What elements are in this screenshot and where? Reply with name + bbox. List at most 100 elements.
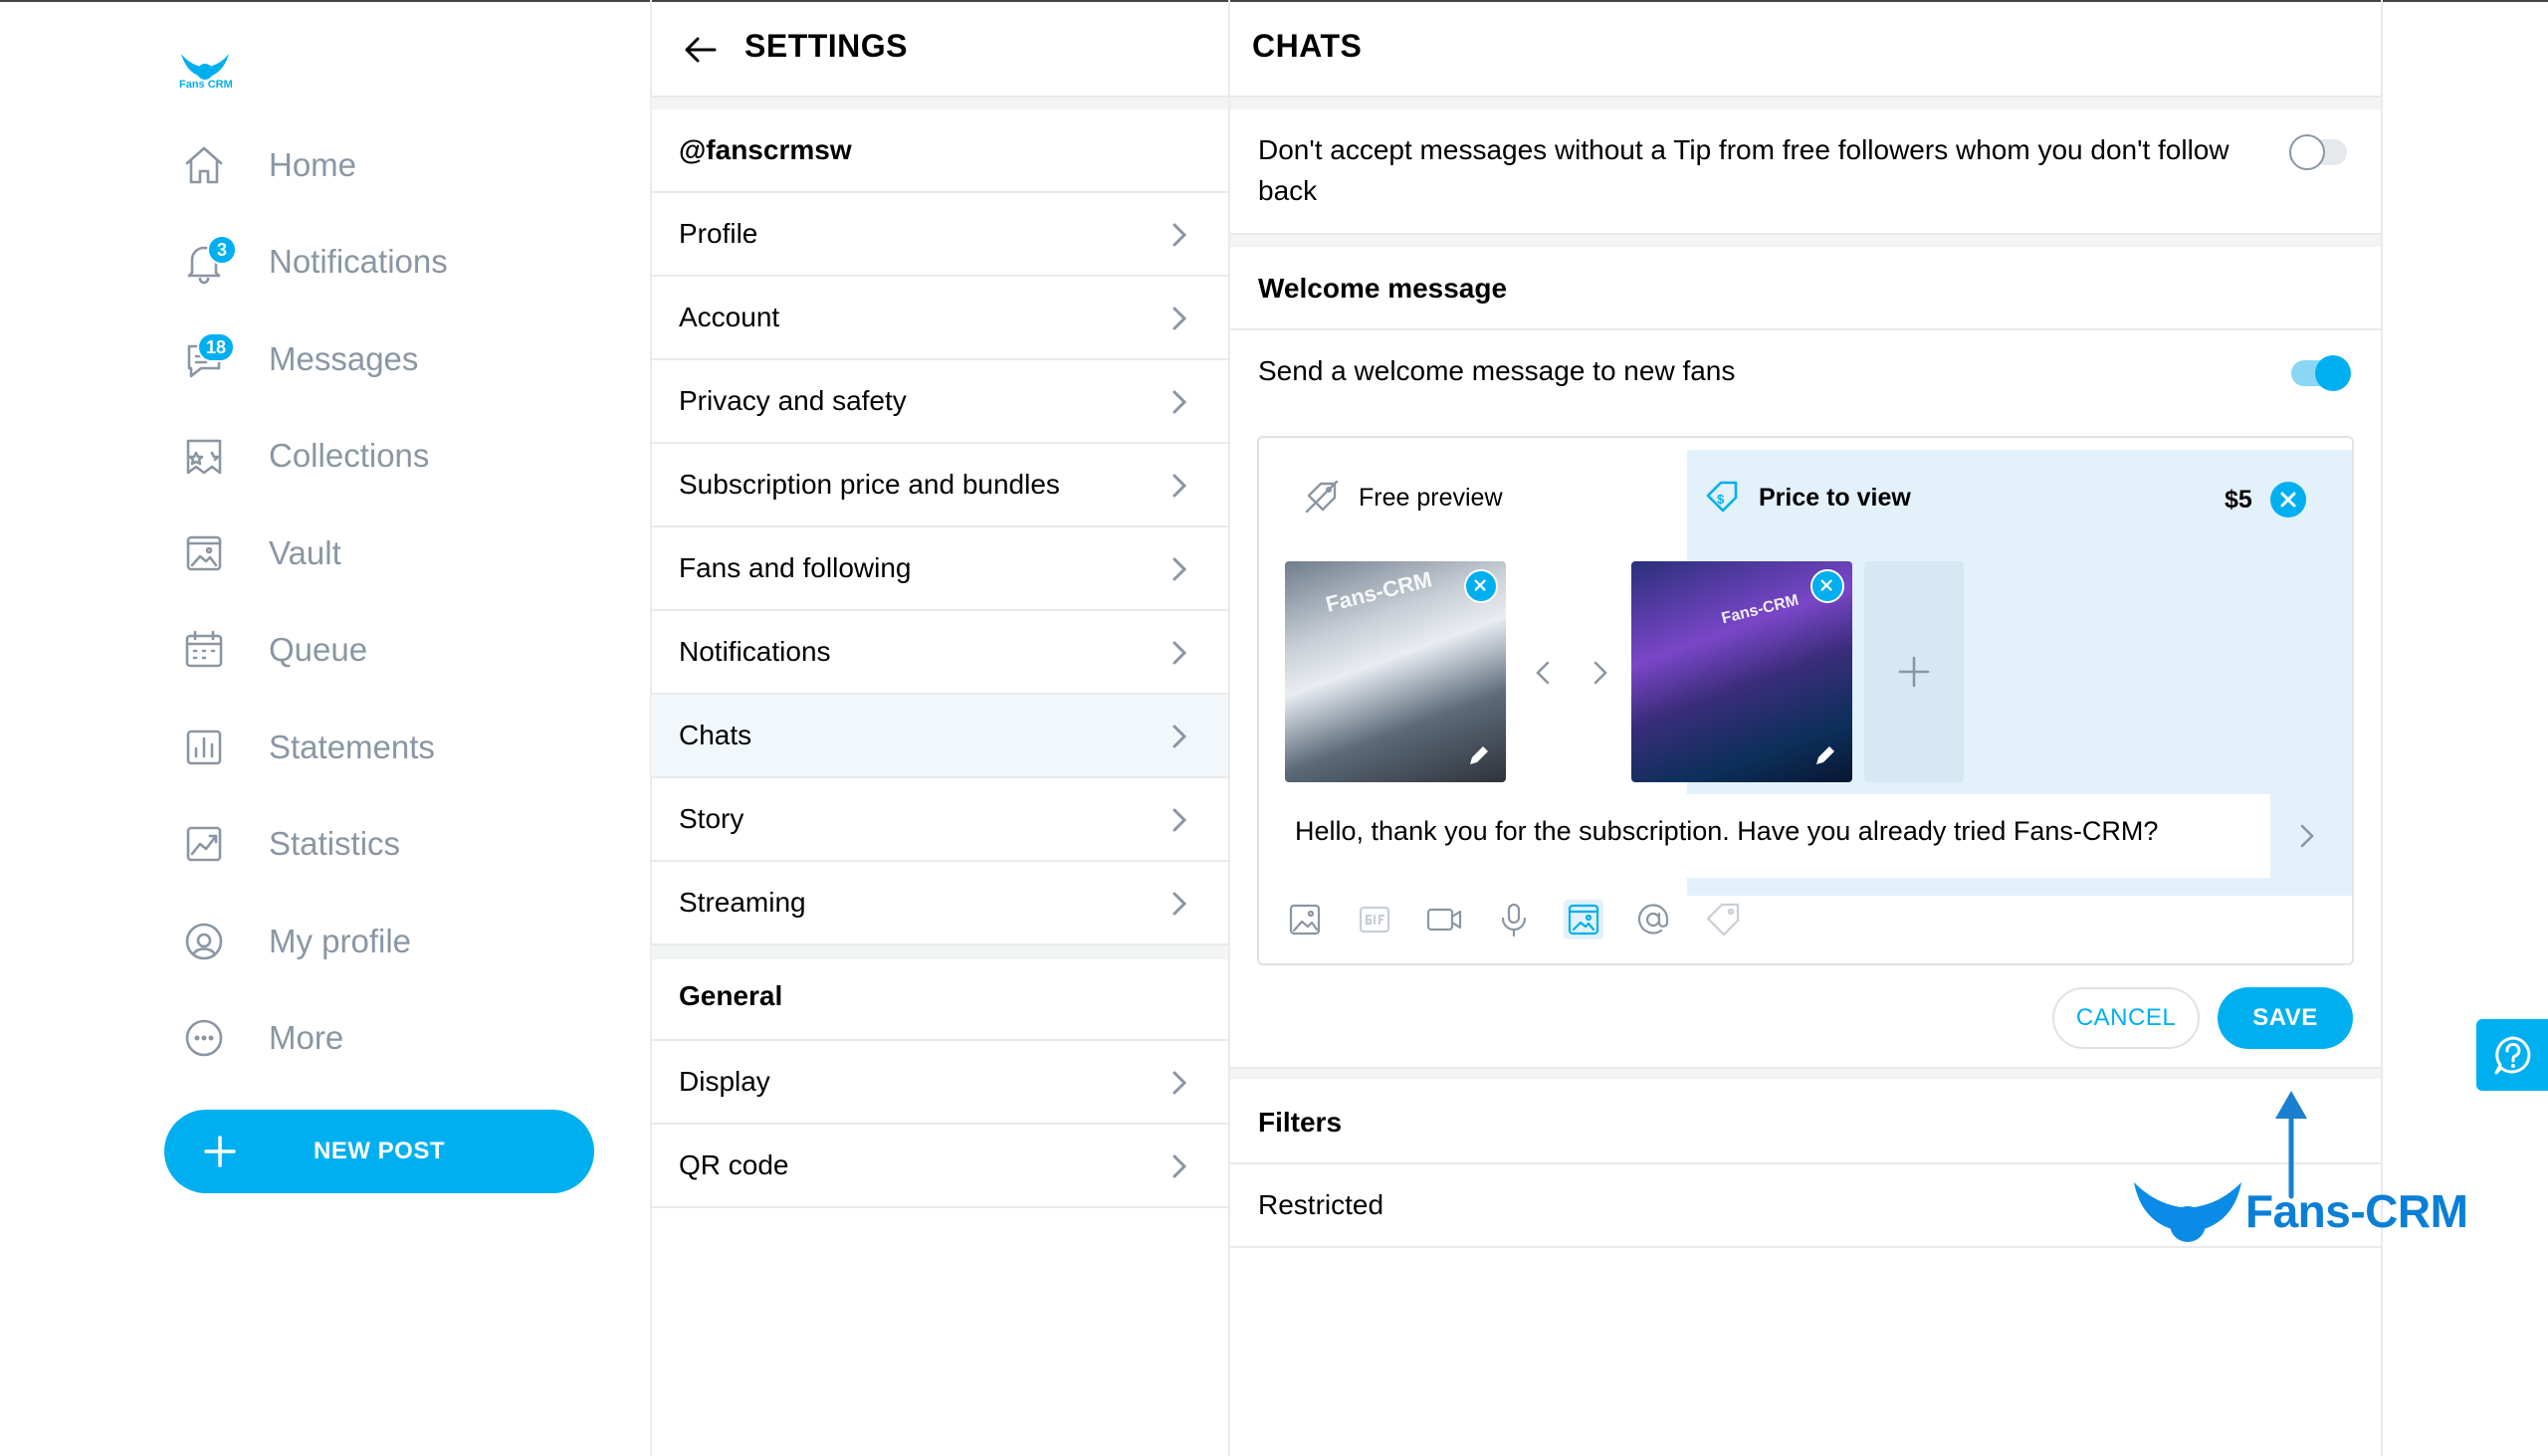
edit-pencil-icon[interactable] [1812, 742, 1838, 768]
sidebar-item-home[interactable]: Home [179, 135, 356, 195]
chevron-right-icon [1172, 1071, 1187, 1095]
edit-pencil-icon[interactable] [1466, 742, 1492, 768]
sidebar-item-statistics[interactable]: Statistics [179, 814, 400, 874]
settings-item-subscription-price[interactable]: Subscription price and bundles [651, 444, 1228, 527]
sidebar-item-statements[interactable]: Statements [179, 718, 435, 777]
more-icon [179, 1013, 229, 1063]
calendar-icon [179, 625, 229, 675]
settings-item-label: Display [679, 1066, 770, 1097]
chevron-right-icon[interactable] [1588, 659, 1611, 687]
chats-title: CHATS [1252, 28, 1363, 64]
svg-text:$: $ [1717, 492, 1725, 507]
bell-icon: 3 [179, 235, 237, 287]
media-thumbnail-2[interactable]: Fans-CRM [1631, 561, 1852, 782]
restricted-label: Restricted [1258, 1189, 1384, 1220]
chevron-right-icon [1172, 307, 1187, 330]
settings-item-fans-following[interactable]: Fans and following [651, 527, 1228, 611]
sidebar-item-queue[interactable]: Queue [179, 620, 367, 680]
settings-item-notifications[interactable]: Notifications [651, 611, 1228, 695]
sidebar-item-label: Queue [269, 631, 368, 668]
welcome-toggle-label: Send a welcome message to new fans [1258, 355, 1736, 386]
gif-icon[interactable] [1355, 900, 1394, 939]
chevron-right-icon [1172, 390, 1187, 414]
sidebar-item-messages[interactable]: 18 Messages [179, 329, 418, 389]
settings-item-story[interactable]: Story [651, 778, 1228, 862]
fans-crm-brand-text: Fans-CRM [2245, 1185, 2468, 1237]
new-post-button[interactable]: NEW POST [164, 1110, 594, 1193]
settings-item-privacy[interactable]: Privacy and safety [651, 360, 1228, 444]
chevron-right-icon [1172, 557, 1187, 581]
toggle-knob [2315, 355, 2351, 391]
messages-badge: 18 [197, 332, 236, 362]
sidebar-item-notifications[interactable]: 3 Notifications [179, 232, 448, 292]
add-media-button[interactable] [1864, 561, 1964, 782]
sidebar: Fans CRM Home 3 Notifications 18 Message… [0, 0, 651, 1456]
remove-media-button[interactable] [1810, 569, 1844, 603]
filters-header: Filters [1258, 1107, 1343, 1138]
statements-icon [179, 723, 229, 772]
microphone-icon[interactable] [1494, 900, 1534, 939]
price-tag-icon[interactable] [1703, 900, 1743, 939]
sidebar-item-vault[interactable]: Vault [179, 523, 341, 583]
help-icon [2494, 1036, 2531, 1075]
media-thumbnail-1[interactable]: Fans-CRM [1285, 561, 1506, 782]
settings-item-account[interactable]: Account [651, 277, 1228, 360]
message-icon: 18 [179, 332, 236, 384]
plus-icon [1898, 656, 1930, 688]
chevron-right-icon [1172, 474, 1187, 498]
statistics-icon [179, 819, 229, 869]
notifications-badge: 3 [207, 235, 237, 265]
remove-media-button[interactable] [1464, 569, 1498, 603]
sidebar-item-label: Collections [269, 437, 430, 474]
filters-header-row: Filters [1230, 1079, 2381, 1164]
settings-item-label: QR code [679, 1149, 789, 1180]
username-label: @fanscrmsw [679, 134, 852, 165]
cancel-button[interactable]: CANCEL [2052, 987, 2200, 1049]
vault-icon [179, 528, 229, 578]
sidebar-item-label: Notifications [269, 243, 448, 280]
vault-media-icon[interactable] [1564, 900, 1603, 939]
sidebar-item-collections[interactable]: Collections [179, 426, 429, 486]
message-text: Hello, thank you for the subscription. H… [1295, 816, 2159, 846]
settings-item-label: Story [679, 803, 744, 834]
settings-item-qr-code[interactable]: QR code [651, 1125, 1228, 1208]
sidebar-item-more[interactable]: More [179, 1008, 343, 1068]
sidebar-item-label: Home [269, 146, 357, 183]
section-gap [1230, 235, 2381, 247]
message-input[interactable]: Hello, thank you for the subscription. H… [1259, 794, 2270, 878]
welcome-message-composer: Free preview $ Price to view $5 Fans-CRM… [1257, 436, 2354, 965]
chevron-left-icon[interactable] [1532, 659, 1556, 687]
new-post-label: NEW POST [313, 1138, 445, 1164]
tip-setting-toggle[interactable] [2289, 134, 2347, 170]
help-button[interactable] [2476, 1019, 2548, 1091]
sidebar-item-label: More [269, 1019, 344, 1056]
image-icon[interactable] [1285, 900, 1325, 939]
welcome-message-toggle[interactable] [2291, 355, 2351, 391]
chevron-right-icon [1172, 892, 1187, 916]
sidebar-item-label: Vault [269, 534, 341, 571]
sidebar-item-my-profile[interactable]: My profile [179, 912, 411, 971]
welcome-toggle-row: Send a welcome message to new fans [1230, 330, 2381, 414]
welcome-header: Welcome message [1258, 273, 1508, 304]
settings-item-display[interactable]: Display [651, 1041, 1228, 1125]
close-icon [1474, 579, 1486, 591]
mention-icon[interactable] [1633, 900, 1673, 939]
general-header-label: General [679, 980, 783, 1011]
settings-item-streaming[interactable]: Streaming [651, 862, 1228, 945]
message-row: Hello, thank you for the subscription. H… [1259, 794, 2352, 878]
save-button[interactable]: SAVE [2218, 987, 2353, 1049]
chevron-right-icon[interactable] [2294, 822, 2318, 850]
video-icon[interactable] [1424, 900, 1464, 939]
free-preview-label: Free preview [1359, 484, 1503, 512]
sidebar-item-label: My profile [269, 923, 412, 959]
thumbnail-watermark: Fans-CRM [1719, 591, 1801, 628]
home-icon [179, 140, 229, 190]
settings-item-label: Subscription price and bundles [679, 469, 1060, 500]
settings-item-profile[interactable]: Profile [651, 193, 1228, 277]
section-gap [1230, 96, 2381, 109]
remove-price-button[interactable] [2270, 482, 2306, 518]
settings-item-chats[interactable]: Chats [651, 695, 1228, 778]
back-arrow-icon[interactable] [681, 30, 721, 70]
free-preview-tab[interactable]: Free preview [1259, 438, 1687, 547]
chevron-right-icon [1172, 725, 1187, 748]
